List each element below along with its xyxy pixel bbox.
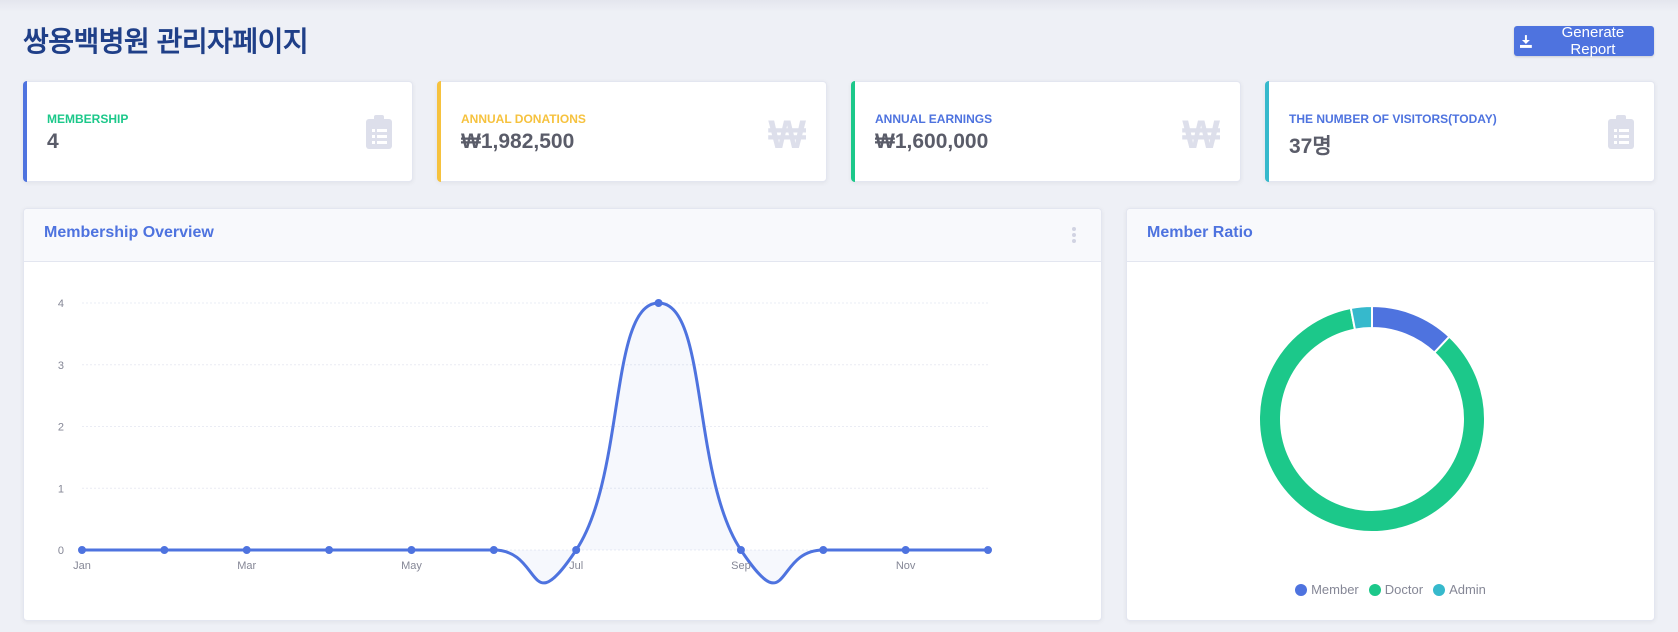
clipboard-icon	[1608, 115, 1634, 149]
stat-label: THE NUMBER OF VISITORS(TODAY)	[1289, 112, 1497, 126]
data-point[interactable]	[984, 546, 992, 554]
donut-slice-admin[interactable]	[1349, 304, 1373, 331]
panel-header: Member Ratio	[1127, 209, 1654, 262]
x-tick-label: May	[401, 560, 422, 572]
legend-dot	[1433, 583, 1446, 596]
x-tick-label: Jan	[73, 560, 91, 572]
y-tick-label: 1	[58, 483, 64, 495]
panel-title: Member Ratio	[1147, 224, 1253, 241]
chart-legend: Member Doctor Admin	[1127, 582, 1654, 597]
legend-item-doctor[interactable]: Doctor	[1368, 582, 1424, 597]
panel-header: Membership Overview	[24, 209, 1101, 262]
data-point[interactable]	[654, 299, 663, 307]
card-accent-bar	[851, 81, 855, 182]
x-tick-label: Mar	[237, 560, 256, 572]
x-tick-label: Sep	[731, 560, 751, 572]
stat-value: 4	[47, 130, 59, 153]
stat-card-visitors-today: THE NUMBER OF VISITORS(TODAY) 37명	[1265, 81, 1655, 182]
legend-label: Member	[1311, 582, 1359, 597]
y-tick-label: 0	[58, 545, 64, 557]
legend-item-admin[interactable]: Admin	[1433, 582, 1486, 597]
data-point[interactable]	[407, 546, 416, 554]
stat-card-annual-donations: ANNUAL DONATIONS ₩1,982,500 ₩	[437, 81, 827, 182]
panel-title: Membership Overview	[44, 224, 214, 241]
series-area	[82, 303, 988, 583]
x-tick-label: Jul	[569, 560, 583, 572]
y-tick-label: 4	[58, 298, 64, 310]
donut-slice-doctor[interactable]	[1258, 306, 1486, 533]
stat-label: ANNUAL EARNINGS	[875, 112, 993, 126]
legend-dot	[1295, 583, 1308, 596]
data-point[interactable]	[572, 546, 581, 554]
data-point[interactable]	[325, 546, 334, 554]
stat-label: ANNUAL DONATIONS	[461, 112, 586, 126]
won-icon: ₩	[768, 113, 806, 157]
member-ratio-donut-chart	[1258, 304, 1486, 533]
more-options-icon[interactable]	[1071, 227, 1077, 243]
top-shadow	[0, 0, 1678, 12]
page-title: 쌍용백병원 관리자페이지	[23, 26, 309, 57]
data-point[interactable]	[819, 546, 828, 554]
generate-report-button[interactable]: Generate Report	[1514, 24, 1654, 58]
y-tick-label: 2	[58, 422, 64, 434]
legend-label: Doctor	[1384, 582, 1424, 597]
data-point[interactable]	[901, 546, 910, 554]
data-point[interactable]	[78, 546, 86, 554]
stat-card-annual-earnings: ANNUAL EARNINGS ₩1,600,000 ₩	[851, 81, 1241, 182]
stat-value: ₩1,600,000	[875, 130, 989, 153]
download-icon	[1520, 34, 1532, 48]
membership-area-chart: 0 1 2 3 4 Jan Mar May Jul Sep Nov	[58, 298, 992, 585]
stat-label: MEMBERSHIP	[47, 112, 129, 126]
legend-label: Admin	[1449, 582, 1486, 597]
clipboard-icon	[366, 115, 392, 149]
generate-report-label: Generate Report	[1561, 24, 1625, 58]
card-accent-bar	[437, 81, 441, 182]
data-point[interactable]	[489, 546, 498, 554]
data-point[interactable]	[242, 546, 251, 554]
x-tick-label: Nov	[896, 560, 916, 572]
y-tick-label: 3	[58, 360, 64, 372]
legend-dot	[1368, 583, 1381, 596]
stat-value: ₩1,982,500	[461, 130, 575, 153]
stat-card-membership: MEMBERSHIP 4	[23, 81, 413, 182]
member-ratio-panel: Member Ratio Member Doctor Admin	[1126, 208, 1655, 621]
series-line	[82, 301, 988, 585]
data-point[interactable]	[160, 546, 169, 554]
card-accent-bar	[23, 81, 27, 182]
stat-value: 37명	[1289, 135, 1332, 158]
data-point[interactable]	[736, 546, 745, 554]
donut-slice-member[interactable]	[1371, 304, 1451, 355]
membership-overview-panel: Membership Overview 0 1 2 3 4 Jan Mar May Jul Sep…	[23, 208, 1102, 621]
card-accent-bar	[1265, 81, 1269, 182]
legend-item-member[interactable]: Member	[1295, 582, 1359, 597]
won-icon: ₩	[1182, 113, 1220, 157]
